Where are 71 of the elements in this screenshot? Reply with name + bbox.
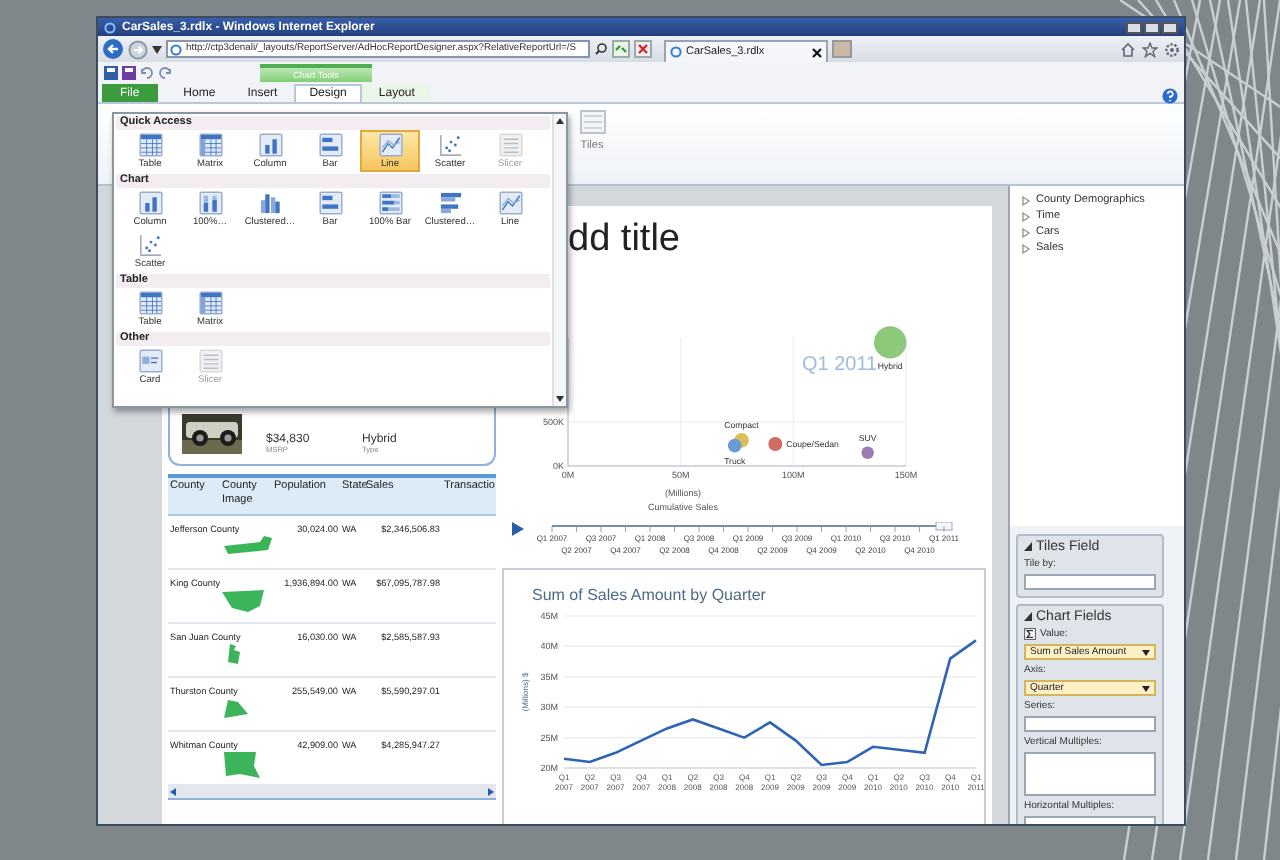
close-icon[interactable] — [812, 47, 822, 57]
collapse-icon[interactable] — [1024, 542, 1032, 552]
back-icon[interactable] — [102, 38, 124, 60]
minimize-button[interactable] — [1126, 21, 1142, 33]
list-icon — [497, 132, 523, 158]
county-map-drawing — [228, 644, 240, 664]
bar-chart-icon — [317, 132, 343, 158]
bar-chart-icon — [317, 190, 343, 216]
bubble[interactable] — [768, 436, 783, 451]
play-axis-watermark: Q1 2011 — [802, 354, 878, 376]
chart-title: Sum of Sales Amount by Quarter — [530, 586, 768, 604]
scroll-up-icon[interactable] — [556, 118, 564, 124]
home-icon[interactable] — [1120, 41, 1136, 57]
dropdown-icon[interactable] — [152, 45, 162, 53]
save-as-icon[interactable] — [122, 66, 136, 80]
scatter-chart-icon — [137, 232, 163, 258]
stacked-bar-chart-icon — [377, 190, 403, 216]
county-map-drawing — [224, 700, 248, 718]
bubble[interactable] — [727, 438, 742, 453]
stacked-column-chart-icon — [197, 190, 223, 216]
maximize-button[interactable] — [1144, 21, 1160, 33]
slider-thumb[interactable] — [935, 522, 953, 531]
scrollbar[interactable] — [168, 786, 496, 798]
scatter-chart-icon — [437, 132, 463, 158]
redo-icon[interactable] — [158, 66, 172, 80]
save-icon[interactable] — [104, 66, 118, 80]
search-icon[interactable] — [594, 42, 608, 56]
clustered-column-chart-icon — [257, 190, 283, 216]
card-icon — [137, 348, 163, 374]
matrix-icon — [197, 290, 223, 316]
expand-icon[interactable] — [1022, 227, 1030, 237]
collapse-icon[interactable] — [1024, 612, 1032, 622]
expand-icon[interactable] — [1022, 243, 1030, 253]
county-map-drawing — [224, 752, 260, 778]
list-icon — [197, 348, 223, 374]
bubble[interactable] — [861, 446, 874, 459]
sum-icon — [1024, 628, 1036, 640]
caret-icon — [1142, 685, 1150, 691]
play-icon[interactable] — [512, 522, 524, 536]
browser-logo-icon — [104, 21, 116, 33]
list-icon — [579, 110, 605, 134]
matrix-icon — [197, 132, 223, 158]
undo-icon[interactable] — [140, 66, 154, 80]
column-chart-icon — [257, 132, 283, 158]
scroll-down-icon[interactable] — [556, 396, 564, 402]
clustered-bar-chart-icon — [437, 190, 463, 216]
table-icon — [137, 132, 163, 158]
timeline-slider[interactable] — [551, 522, 953, 531]
star-icon[interactable] — [1142, 41, 1158, 57]
scrollbar[interactable] — [552, 114, 566, 406]
expand-icon[interactable] — [1022, 211, 1030, 221]
bubble[interactable] — [874, 326, 907, 359]
input-field[interactable] — [1024, 716, 1156, 732]
county-map-drawing — [222, 590, 264, 612]
input-field[interactable] — [1024, 752, 1156, 796]
line-chart-icon — [377, 132, 403, 158]
county-map-drawing — [224, 536, 272, 554]
scroll-right-icon[interactable] — [488, 788, 494, 796]
help-icon[interactable] — [1162, 88, 1178, 104]
stop-icon[interactable] — [634, 40, 652, 58]
settings-icon[interactable] — [1164, 41, 1180, 57]
input-field[interactable] — [1024, 574, 1156, 590]
caret-icon — [1142, 649, 1150, 655]
line-chart-icon — [497, 190, 523, 216]
table-icon — [137, 290, 163, 316]
expand-icon[interactable] — [1022, 195, 1030, 205]
page-icon — [670, 46, 682, 58]
page-icon — [170, 43, 182, 55]
column-chart-icon — [137, 190, 163, 216]
scroll-left-icon[interactable] — [170, 788, 176, 796]
close-button[interactable] — [1162, 21, 1178, 33]
